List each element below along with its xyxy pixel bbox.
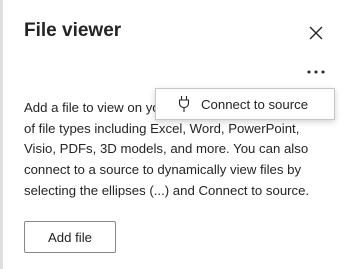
add-file-button[interactable]: Add file [24,221,116,253]
more-options-icon[interactable] [302,62,330,82]
close-icon[interactable] [305,22,327,44]
connect-to-source-menu-item[interactable]: Connect to source [155,88,335,120]
panel-title: File viewer [24,20,122,41]
plug-icon [177,95,191,113]
connect-to-source-label: Connect to source [201,96,309,112]
panel-left-border [0,0,3,269]
